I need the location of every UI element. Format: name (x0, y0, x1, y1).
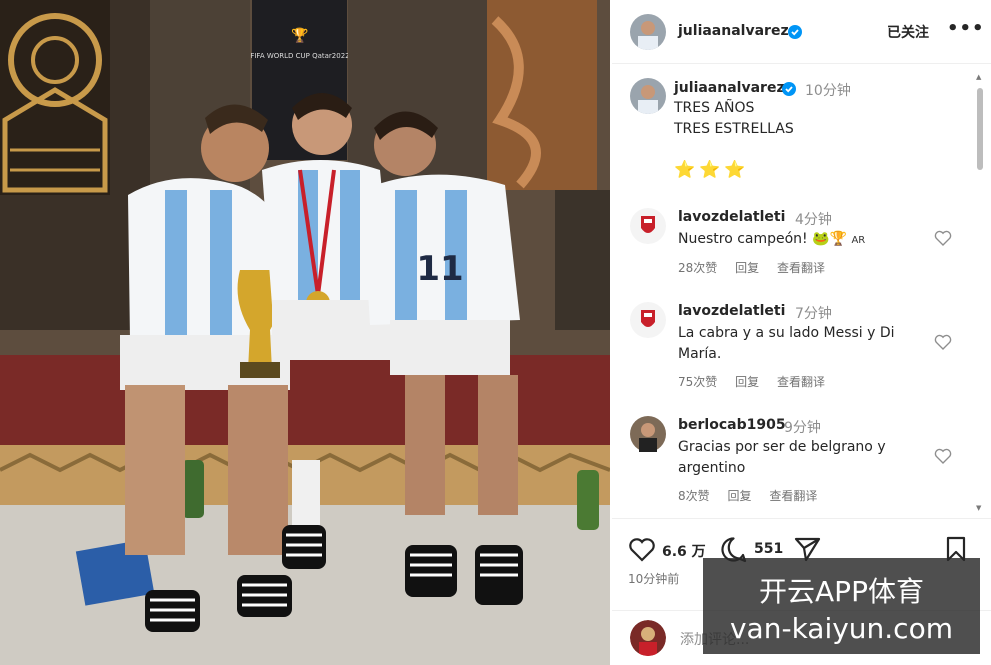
post-header: juliaanalvarez 已关注 ••• (612, 0, 991, 64)
author-username[interactable]: juliaanalvarez (678, 23, 789, 39)
heart-icon[interactable] (628, 537, 656, 562)
comment-username[interactable]: lavozdelatleti (678, 209, 785, 225)
verified-badge-icon (782, 82, 796, 96)
translate-button[interactable]: 查看翻译 (777, 375, 825, 389)
translate-button[interactable]: 查看翻译 (777, 261, 825, 275)
reply-button[interactable]: 回复 (735, 261, 759, 275)
heart-icon[interactable] (934, 448, 952, 464)
verified-badge-icon (788, 25, 802, 39)
comment-time: 9分钟 (784, 420, 821, 436)
comment-avatar[interactable] (630, 416, 666, 452)
comment-time: 7分钟 (795, 306, 832, 322)
follow-button[interactable]: 已关注 (887, 22, 929, 42)
comment-meta: 75次赞 回复 查看翻译 (678, 373, 839, 390)
comment-text: Gracias por ser de belgrano y argentino (678, 439, 886, 476)
caption-line-2: TRES ESTRELLAS (674, 121, 794, 137)
comment-likes[interactable]: 8次赞 (678, 489, 710, 503)
current-user-avatar (630, 620, 666, 656)
caption-line-1: TRES AÑOS (674, 100, 755, 116)
caption-time: 10分钟 (805, 83, 851, 99)
comment-avatar[interactable] (630, 208, 666, 244)
comment-text: La cabra y a su lado Messi y Di María. (678, 325, 895, 362)
comment-meta: 28次赞 回复 查看翻译 (678, 259, 839, 276)
watermark-title: 开云APP体育 (759, 575, 924, 608)
heart-icon[interactable] (934, 230, 952, 246)
likes-count[interactable]: 6.6 万 (662, 541, 706, 561)
comments-scrollbar[interactable] (977, 88, 983, 170)
comment-avatar[interactable] (630, 302, 666, 338)
post-photo[interactable]: 🏆 FIFA WORLD CUP Qatar2022 11 (0, 0, 610, 665)
locker-room-illustration: 🏆 FIFA WORLD CUP Qatar2022 11 (0, 0, 610, 665)
svg-text:11: 11 (416, 249, 463, 289)
comment-meta: 8次赞 回复 查看翻译 (678, 487, 831, 504)
svg-text:🏆: 🏆 (291, 27, 309, 44)
reply-button[interactable]: 回复 (727, 489, 751, 503)
watermark-overlay: 开云APP体育 van-kaiyun.com (703, 558, 980, 654)
watermark-url: van-kaiyun.com (729, 612, 953, 645)
comment-username[interactable]: berlocab1905 (678, 417, 786, 433)
caption-username[interactable]: juliaanalvarez (674, 80, 785, 96)
comment-likes[interactable]: 75次赞 (678, 375, 717, 389)
scroll-down-arrow[interactable]: ▼ (976, 504, 981, 512)
comment-username[interactable]: lavozdelatleti (678, 303, 785, 319)
caption-stars: ⭐⭐⭐ (674, 160, 750, 180)
comments-count[interactable]: 551 (754, 541, 783, 557)
scroll-up-arrow[interactable]: ▲ (976, 73, 981, 81)
banner-text: FIFA WORLD CUP Qatar2022 (250, 52, 349, 60)
heart-icon[interactable] (934, 334, 952, 350)
comment-text: Nuestro campeón! 🐸🏆 AR (678, 231, 866, 247)
caption-avatar[interactable] (630, 78, 666, 114)
flag-badge: AR (851, 235, 866, 246)
author-avatar[interactable] (630, 14, 666, 50)
reply-button[interactable]: 回复 (735, 375, 759, 389)
comment-time: 4分钟 (795, 212, 832, 228)
post-timestamp: 10分钟前 (628, 572, 680, 586)
comment-likes[interactable]: 28次赞 (678, 261, 717, 275)
more-icon[interactable]: ••• (947, 18, 985, 39)
translate-button[interactable]: 查看翻译 (769, 489, 817, 503)
